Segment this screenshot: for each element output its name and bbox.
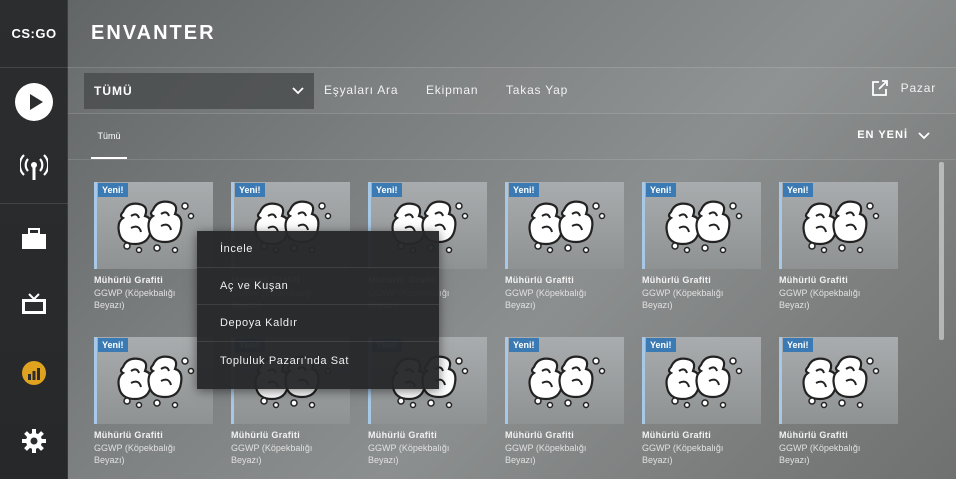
item-name: Mühürlü Grafiti <box>779 275 848 285</box>
play-button[interactable] <box>0 72 68 132</box>
graffiti-icon <box>528 200 606 254</box>
chevron-down-icon <box>918 132 930 140</box>
item-thumbnail: Yeni! <box>505 182 624 269</box>
inventory-item[interactable]: Yeni! Mühürlü Grafiti GGWP (Köpekbalığı Be… <box>642 182 761 337</box>
new-badge: Yeni! <box>783 183 813 197</box>
graffiti-icon <box>528 355 606 409</box>
graffiti-icon <box>802 355 880 409</box>
item-thumbnail: Yeni! <box>642 337 761 424</box>
item-thumbnail: Yeni! <box>642 182 761 269</box>
category-dropdown[interactable]: TÜMÜ <box>84 73 314 109</box>
stats-button[interactable] <box>0 343 68 403</box>
item-name: Mühürlü Grafiti <box>368 430 437 440</box>
item-subtitle: GGWP (Köpekbalığı Beyazı) <box>231 443 313 465</box>
new-badge: Yeni! <box>372 183 402 197</box>
new-badge: Yeni! <box>98 183 128 197</box>
inventory-item[interactable]: Yeni! Mühürlü Grafiti GGWP (Köpekbalığı Be… <box>779 182 898 337</box>
inventory-item[interactable]: Yeni! Mühürlü Grafiti GGWP (Köpekbalığı Be… <box>94 182 213 337</box>
sidebar-divider <box>0 203 68 204</box>
item-name: Mühürlü Grafiti <box>231 430 300 440</box>
watch-broadcast-button[interactable] <box>0 138 68 198</box>
inventory-item[interactable]: Yeni! Mühürlü Grafiti GGWP (Köpekbalığı Be… <box>505 337 624 479</box>
market-link[interactable]: Pazar <box>871 79 936 97</box>
inventory-item[interactable]: Yeni! Mühürlü Grafiti GGWP (Köpekbalığı Be… <box>642 337 761 479</box>
sort-label: EN YENİ <box>857 129 908 141</box>
item-name: Mühürlü Grafiti <box>505 275 574 285</box>
context-inspect[interactable]: İncele <box>197 231 439 268</box>
item-subtitle: GGWP (Köpekbalığı Beyazı) <box>642 288 724 310</box>
settings-button[interactable] <box>0 411 68 471</box>
graffiti-icon <box>117 355 195 409</box>
new-badge: Yeni! <box>235 183 265 197</box>
item-name: Mühürlü Grafiti <box>94 430 163 440</box>
sort-dropdown[interactable]: EN YENİ <box>857 129 930 141</box>
item-thumbnail: Yeni! <box>779 337 898 424</box>
item-name: Mühürlü Grafiti <box>642 430 711 440</box>
market-label: Pazar <box>900 81 936 95</box>
category-dropdown-value: TÜMÜ <box>94 84 133 98</box>
item-subtitle: GGWP (Köpekbalığı Beyazı) <box>94 288 176 310</box>
inventory-item[interactable]: Yeni! Mühürlü Grafiti GGWP (Köpekbalığı Be… <box>505 182 624 337</box>
context-sell-on-market[interactable]: Topluluk Pazarı'nda Sat <box>197 342 439 379</box>
tv-icon <box>22 293 46 314</box>
item-subtitle: GGWP (Köpekbalığı Beyazı) <box>368 443 450 465</box>
graffiti-icon <box>802 200 880 254</box>
item-subtitle: GGWP (Köpekbalığı Beyazı) <box>779 443 861 465</box>
context-move-to-storage[interactable]: Depoya Kaldır <box>197 305 439 342</box>
new-badge: Yeni! <box>509 338 539 352</box>
item-name: Mühürlü Grafiti <box>94 275 163 285</box>
item-subtitle: GGWP (Köpekbalığı Beyazı) <box>642 443 724 465</box>
item-name: Mühürlü Grafiti <box>642 275 711 285</box>
item-thumbnail: Yeni! <box>94 182 213 269</box>
new-badge: Yeni! <box>509 183 539 197</box>
new-badge: Yeni! <box>646 338 676 352</box>
loadout-link[interactable]: Ekipman <box>426 83 478 97</box>
context-open-equip[interactable]: Aç ve Kuşan <box>197 268 439 305</box>
item-thumbnail: Yeni! <box>505 337 624 424</box>
inventory-item[interactable]: Yeni! Mühürlü Grafiti GGWP (Köpekbalığı Be… <box>779 337 898 479</box>
gear-icon <box>22 429 46 453</box>
item-subtitle: GGWP (Köpekbalığı Beyazı) <box>94 443 176 465</box>
context-menu: İncele Aç ve Kuşan Depoya Kaldır Toplulu… <box>197 231 439 389</box>
inventory-button[interactable] <box>0 209 68 269</box>
graffiti-icon <box>117 200 195 254</box>
search-items-link[interactable]: Eşyaları Ara <box>324 83 398 97</box>
page-title: ENVANTER <box>91 22 216 44</box>
new-badge: Yeni! <box>646 183 676 197</box>
item-name: Mühürlü Grafiti <box>505 430 574 440</box>
item-subtitle: GGWP (Köpekbalığı Beyazı) <box>505 288 587 310</box>
inventory-toolbar: TÜMÜ Eşyaları Ara Ekipman Takas Yap Paza… <box>68 67 956 114</box>
item-thumbnail: Yeni! <box>94 337 213 424</box>
item-thumbnail: Yeni! <box>779 182 898 269</box>
item-subtitle: GGWP (Köpekbalığı Beyazı) <box>505 443 587 465</box>
tabs-row: Tümü EN YENİ <box>68 114 956 160</box>
inventory-item[interactable]: Yeni! Mühürlü Grafiti GGWP (Köpekbalığı Be… <box>94 337 213 479</box>
item-name: Mühürlü Grafiti <box>779 430 848 440</box>
external-link-icon <box>871 80 888 96</box>
item-subtitle: GGWP (Köpekbalığı Beyazı) <box>779 288 861 310</box>
csgo-logo[interactable]: CS:GO <box>0 0 68 68</box>
new-badge: Yeni! <box>98 338 128 352</box>
broadcast-icon <box>20 154 48 180</box>
trade-link[interactable]: Takas Yap <box>506 83 568 97</box>
watch-button[interactable] <box>0 275 68 335</box>
chevron-down-icon <box>292 87 304 95</box>
new-badge: Yeni! <box>783 338 813 352</box>
stats-icon <box>22 361 46 385</box>
play-icon <box>15 83 53 121</box>
sidebar: CS:GO <box>0 0 68 479</box>
scrollbar[interactable] <box>939 162 944 340</box>
tab-all[interactable]: Tümü <box>91 114 127 159</box>
graffiti-icon <box>665 355 743 409</box>
briefcase-icon <box>22 228 46 249</box>
graffiti-icon <box>665 200 743 254</box>
